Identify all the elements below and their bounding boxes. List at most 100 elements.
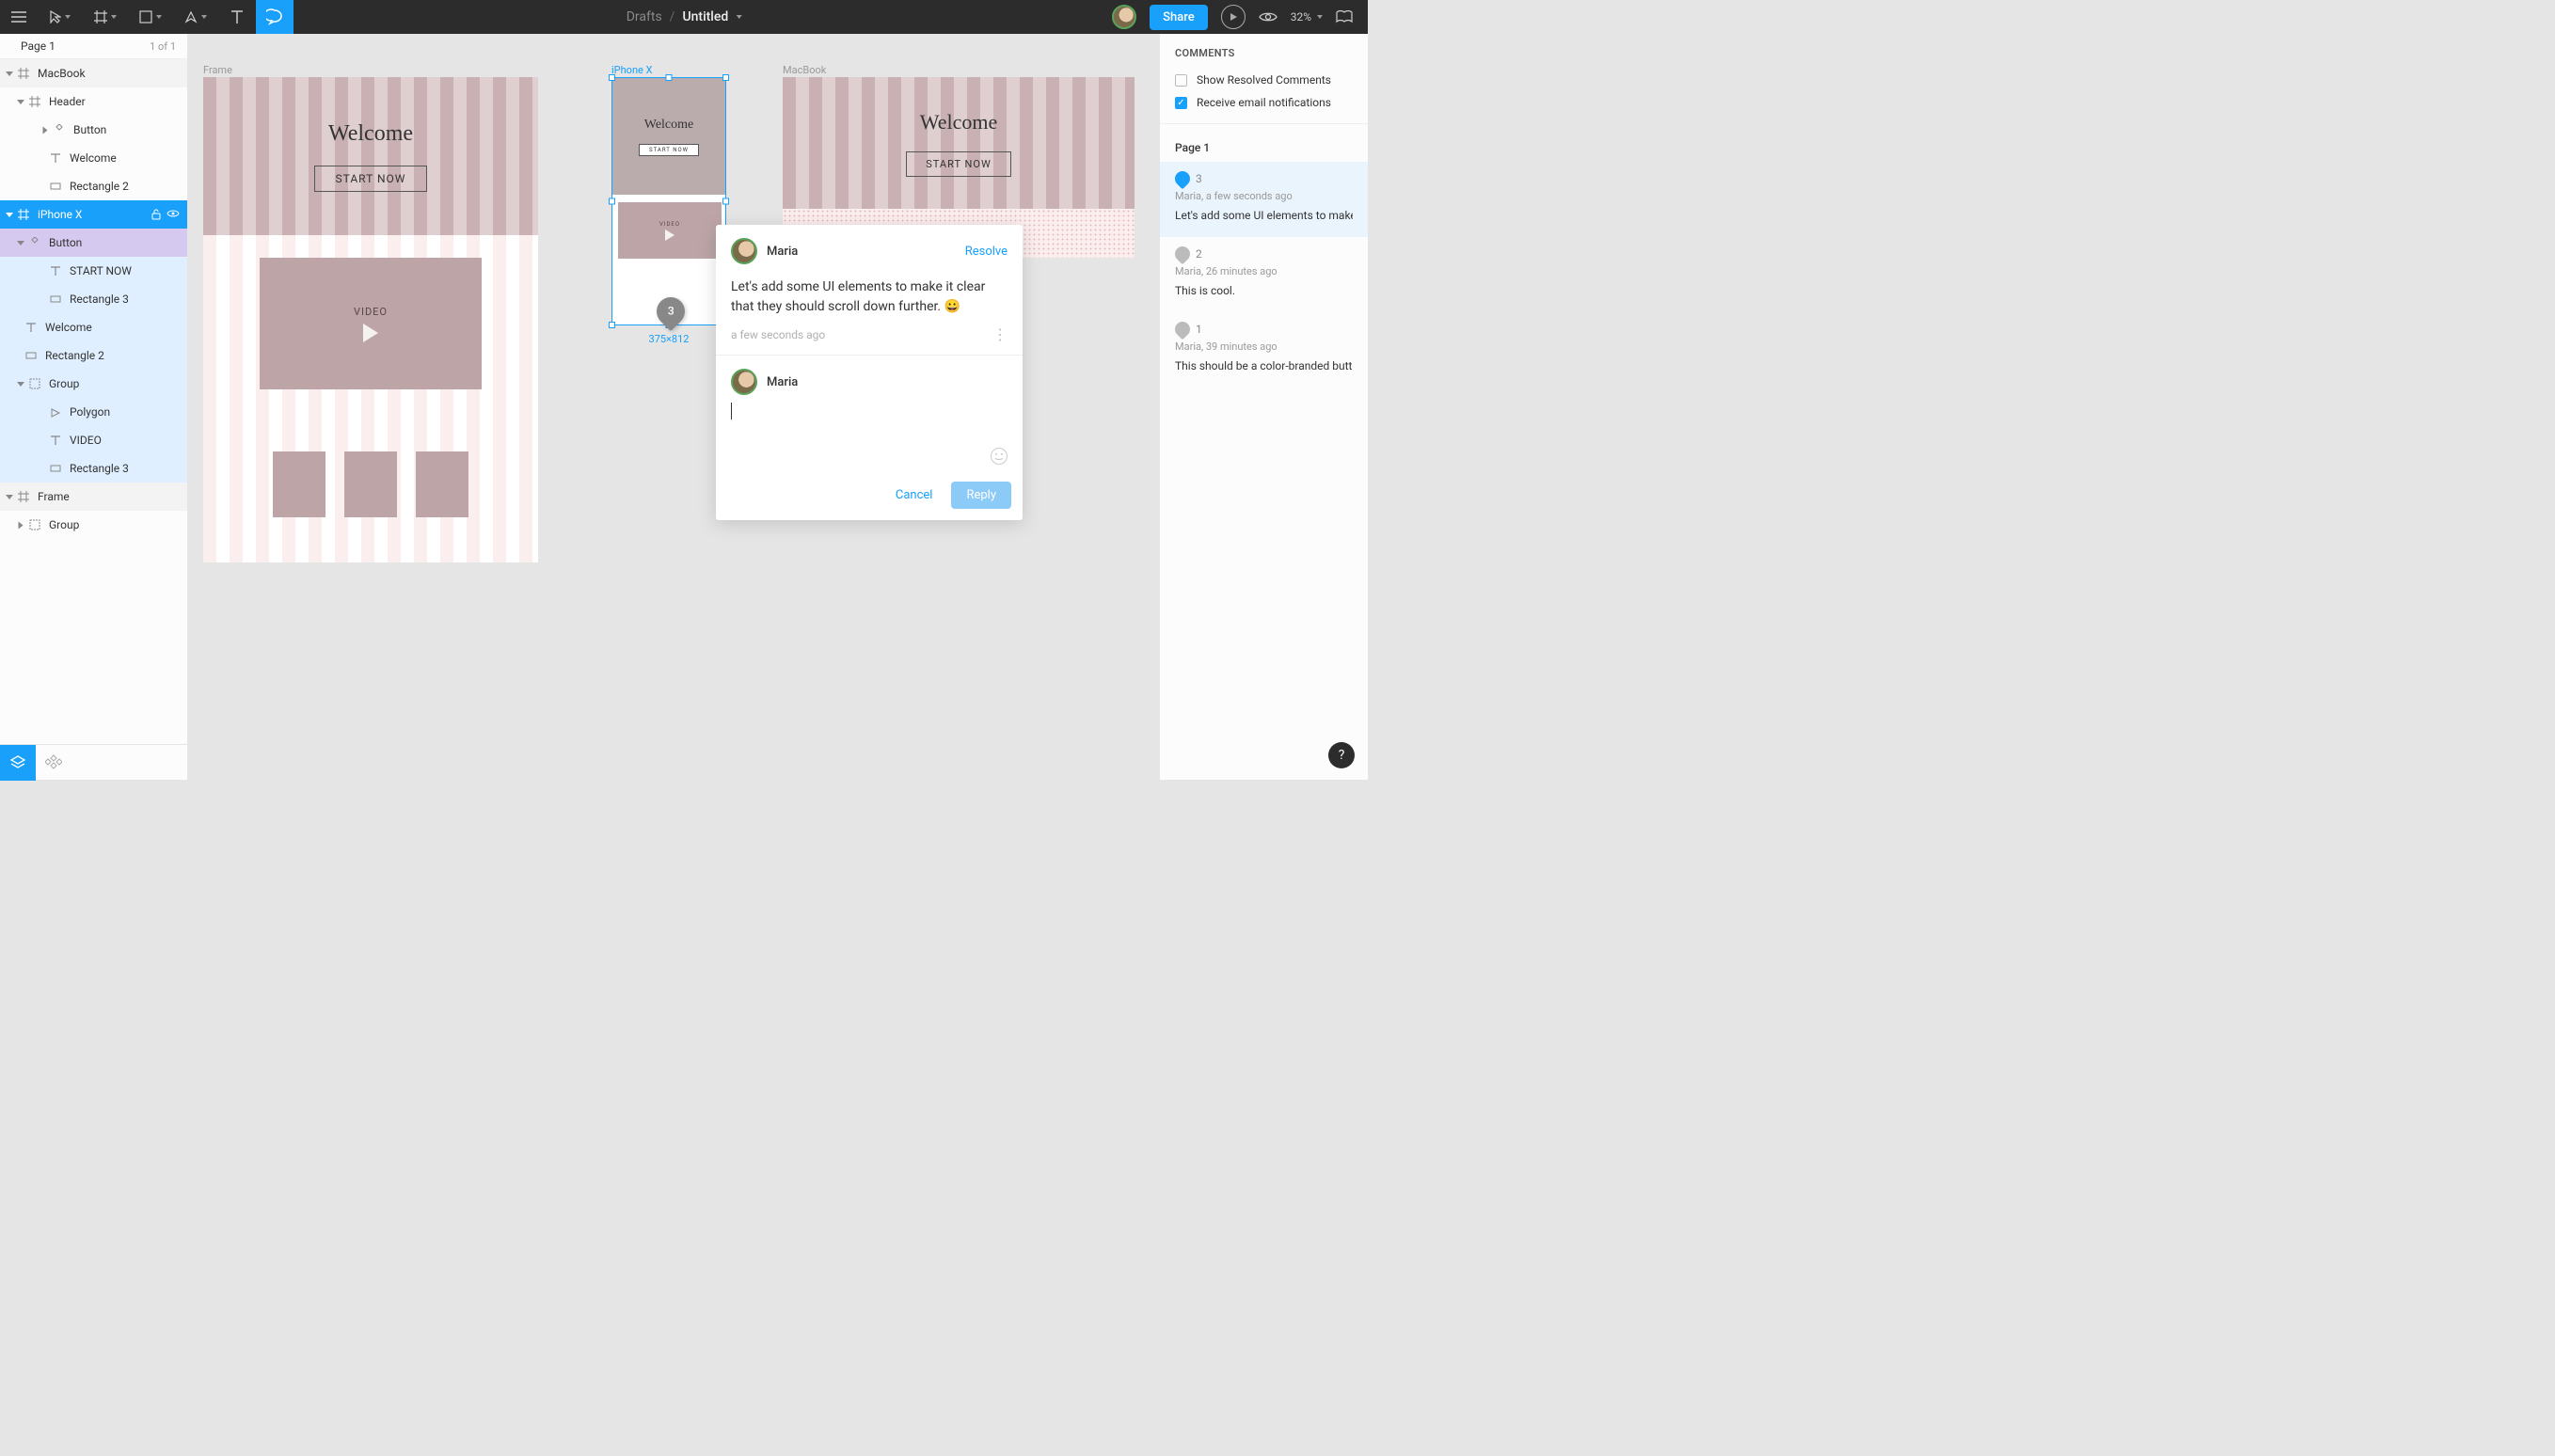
layer-row[interactable]: Polygon — [0, 398, 187, 426]
reply-input[interactable] — [716, 403, 1023, 448]
comment-meta: Maria, 39 minutes ago — [1175, 340, 1353, 353]
layer-row[interactable]: Frame — [0, 483, 187, 511]
artboard-iphone[interactable]: Welcome START NOW VIDEO 375×812 — [611, 77, 726, 325]
layer-label: Polygon — [70, 405, 110, 419]
layer-row[interactable]: Welcome — [0, 313, 187, 341]
comment-preview: Let's add some UI elements to make it — [1175, 208, 1353, 224]
layer-row[interactable]: Header — [0, 87, 187, 116]
selection-handle[interactable] — [609, 74, 615, 81]
macbook2-welcome-text: Welcome — [920, 110, 998, 135]
layer-label: Button — [49, 236, 82, 249]
layer-row[interactable]: Rectangle 3 — [0, 454, 187, 483]
thumbnail — [416, 451, 468, 517]
pen-tool-button[interactable] — [173, 0, 218, 34]
frame-label-macbook2[interactable]: MacBook — [783, 64, 826, 76]
layer-label: iPhone X — [38, 208, 82, 221]
iphone-hero: Welcome START NOW — [612, 78, 725, 195]
layer-label: MacBook — [38, 67, 86, 80]
macbook-video-label: VIDEO — [354, 306, 388, 318]
cancel-button[interactable]: Cancel — [884, 482, 944, 509]
chevron-down-icon[interactable] — [17, 241, 24, 245]
layer-label: Header — [49, 95, 86, 108]
layer-row[interactable]: MacBook — [0, 59, 187, 87]
emoji-picker-button[interactable] — [991, 448, 1008, 465]
comment-list-item[interactable]: 1Maria, 39 minutes agoThis should be a c… — [1160, 312, 1368, 388]
macbook-body: VIDEO — [203, 235, 538, 562]
selection-handle[interactable] — [666, 74, 673, 81]
current-page-label: Page 1 — [21, 40, 56, 53]
visibility-icon[interactable] — [167, 209, 180, 220]
chevron-right-icon[interactable] — [43, 126, 48, 134]
share-button[interactable]: Share — [1150, 5, 1208, 30]
caret-down-icon — [1317, 15, 1323, 19]
page-header[interactable]: Page 1 1 of 1 — [0, 34, 187, 59]
show-resolved-label: Show Resolved Comments — [1197, 73, 1331, 87]
thumbnail — [344, 451, 397, 517]
zoom-dropdown[interactable]: 32% — [1291, 10, 1323, 24]
document-title[interactable]: Untitled — [682, 9, 741, 24]
chevron-down-icon[interactable] — [17, 100, 24, 104]
zoom-value: 32% — [1291, 10, 1311, 24]
layer-row[interactable]: Rectangle 2 — [0, 172, 187, 200]
comment-pin-number: 3 — [668, 305, 674, 318]
layer-row[interactable]: Button — [0, 116, 187, 144]
caret-down-icon — [156, 15, 162, 19]
canvas[interactable]: Frame Welcome START NOW VIDEO iPhone X — [188, 34, 1159, 780]
comment-overflow-menu[interactable]: ⋮ — [992, 332, 1008, 338]
selection-handle[interactable] — [722, 74, 729, 81]
comments-panel: COMMENTS Show Resolved Comments ✓ Receiv… — [1159, 34, 1368, 780]
layer-label: Button — [73, 123, 106, 136]
layer-row[interactable]: START NOW — [0, 257, 187, 285]
selection-handle[interactable] — [609, 198, 615, 205]
artboard-macbook[interactable]: Welcome START NOW VIDEO — [203, 77, 538, 562]
reply-button[interactable]: Reply — [951, 482, 1011, 509]
reply-header: Maria — [716, 356, 1023, 403]
layer-row[interactable]: Group — [0, 370, 187, 398]
comment-popover: Maria Resolve Let's add some UI elements… — [716, 225, 1023, 520]
layer-row[interactable]: Welcome — [0, 144, 187, 172]
checkbox-icon — [1175, 74, 1187, 87]
macbook-cta-button: START NOW — [314, 166, 428, 192]
chevron-down-icon[interactable] — [6, 71, 13, 76]
layers-tab[interactable] — [0, 745, 36, 781]
view-mode-button[interactable] — [1259, 10, 1278, 24]
left-panel-tabs — [0, 744, 187, 780]
layer-row[interactable]: iPhone X — [0, 200, 187, 229]
frame-label-macbook[interactable]: Frame — [203, 64, 232, 76]
chevron-down-icon[interactable] — [17, 382, 24, 387]
layer-row[interactable]: Group — [0, 511, 187, 539]
show-resolved-checkbox[interactable]: Show Resolved Comments — [1160, 69, 1368, 91]
email-notifications-checkbox[interactable]: ✓ Receive email notifications — [1160, 91, 1368, 114]
macbook-thumbnails — [203, 451, 538, 517]
selection-handle[interactable] — [722, 198, 729, 205]
frame-tool-button[interactable] — [83, 0, 128, 34]
chevron-down-icon[interactable] — [6, 213, 13, 217]
user-avatar[interactable] — [1112, 5, 1136, 29]
text-tool-button[interactable] — [218, 0, 256, 34]
chevron-down-icon[interactable] — [6, 495, 13, 499]
shape-tool-button[interactable] — [128, 0, 173, 34]
comment-pin-row: 2 — [1175, 246, 1353, 261]
layer-row[interactable]: Button — [0, 229, 187, 257]
layer-label: Group — [49, 518, 79, 531]
help-button[interactable]: ? — [1328, 742, 1355, 768]
layer-row[interactable]: Rectangle 2 — [0, 341, 187, 370]
hamburger-menu-button[interactable] — [0, 0, 38, 34]
present-button[interactable] — [1221, 5, 1246, 29]
comment-list-item[interactable]: 3Maria, a few seconds agoLet's add some … — [1160, 162, 1368, 237]
drafts-link[interactable]: Drafts — [627, 9, 662, 24]
assets-tab[interactable] — [36, 745, 71, 781]
layer-label: Rectangle 2 — [70, 180, 129, 193]
rect-icon — [49, 462, 62, 475]
comment-list-item[interactable]: 2Maria, 26 minutes agoThis is cool. — [1160, 237, 1368, 312]
frame-label-iphone[interactable]: iPhone X — [611, 64, 652, 76]
chevron-right-icon[interactable] — [19, 521, 24, 529]
selection-handle[interactable] — [609, 322, 615, 328]
layer-row[interactable]: VIDEO — [0, 426, 187, 454]
library-button[interactable] — [1336, 10, 1353, 24]
resolve-button[interactable]: Resolve — [965, 245, 1008, 259]
unlock-icon[interactable] — [151, 209, 161, 220]
move-tool-button[interactable] — [38, 0, 83, 34]
comment-tool-button[interactable] — [256, 0, 294, 34]
layer-row[interactable]: Rectangle 3 — [0, 285, 187, 313]
